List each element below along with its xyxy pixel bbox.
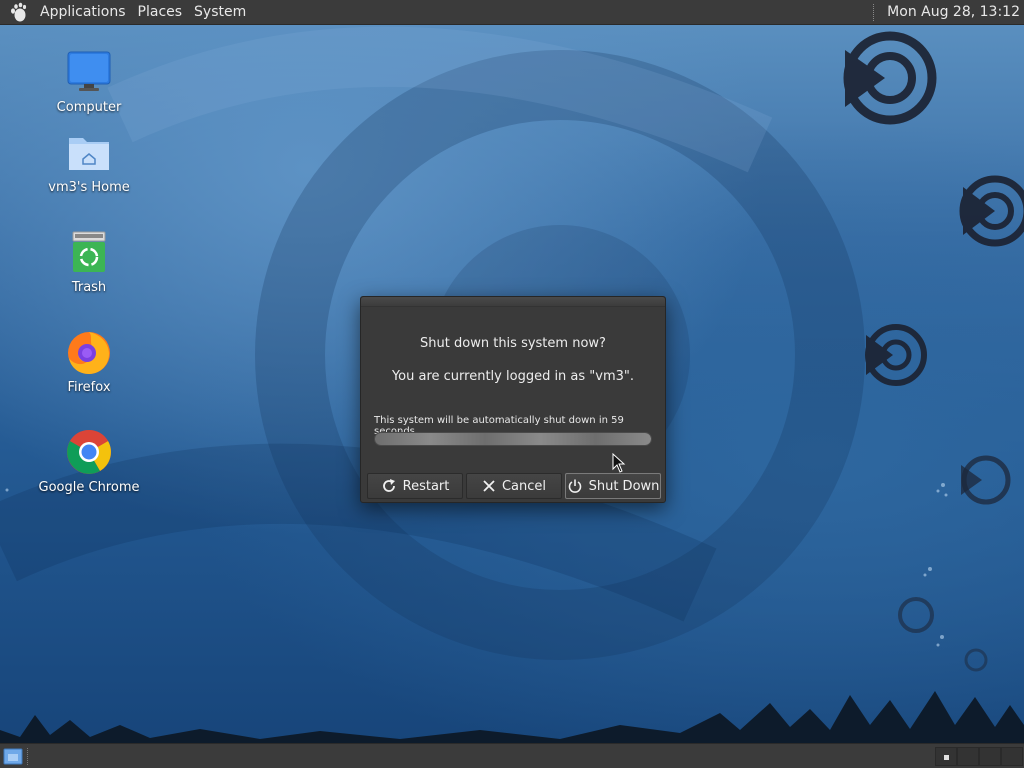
workspace-4[interactable]	[1001, 747, 1023, 766]
desktop-icon-trash[interactable]: Trash	[19, 228, 159, 296]
menu-applications[interactable]: Applications	[34, 0, 132, 25]
countdown-progress-bar	[374, 432, 652, 446]
trash-icon	[72, 231, 106, 272]
restart-label: Restart	[402, 478, 450, 494]
menu-system[interactable]: System	[188, 0, 252, 25]
shut-down-label: Shut Down	[588, 478, 660, 494]
top-panel: Applications Places System Mon Aug 28, 1…	[0, 0, 1024, 25]
dialog-heading: Shut down this system now?	[420, 336, 606, 351]
chrome-icon	[67, 430, 111, 474]
computer-label: Computer	[56, 100, 122, 115]
desktop-icon-home[interactable]: vm3's Home	[19, 128, 159, 196]
clock[interactable]: Mon Aug 28, 13:12	[881, 0, 1024, 25]
restart-button[interactable]: Restart	[367, 473, 463, 499]
desktop-icon-chrome[interactable]: Google Chrome	[19, 428, 159, 496]
bottom-panel-separator	[27, 748, 29, 765]
countdown-progress-fill	[375, 433, 651, 445]
dialog-titlebar[interactable]	[361, 297, 665, 307]
desktop-icon-firefox[interactable]: Firefox	[19, 328, 159, 396]
home-folder-icon	[69, 138, 109, 170]
menu-places[interactable]: Places	[132, 0, 189, 25]
firefox-label: Firefox	[67, 380, 111, 395]
restart-icon	[382, 479, 395, 492]
close-icon	[483, 480, 495, 492]
computer-icon	[67, 51, 111, 91]
workspace-switcher	[935, 747, 1023, 766]
desktop-icon-computer[interactable]: Computer	[19, 48, 159, 116]
menu-applications-label: Applications	[40, 3, 126, 20]
mouse-cursor-icon	[612, 453, 626, 473]
workspace-3[interactable]	[979, 747, 1001, 766]
trash-label: Trash	[71, 280, 107, 295]
chrome-label: Google Chrome	[38, 480, 140, 495]
shut-down-button[interactable]: Shut Down	[565, 473, 661, 499]
workspace-2[interactable]	[957, 747, 979, 766]
dialog-button-row: Restart Cancel Shut Down	[367, 473, 661, 499]
gnome-foot-icon[interactable]	[8, 2, 28, 22]
cancel-button[interactable]: Cancel	[466, 473, 562, 499]
firefox-icon	[68, 332, 110, 374]
panel-separator	[873, 3, 875, 21]
dialog-user-message: You are currently logged in as "vm3".	[391, 369, 635, 384]
show-desktop-icon[interactable]	[3, 748, 23, 765]
menu-system-label: System	[194, 3, 247, 20]
home-label: vm3's Home	[48, 180, 130, 195]
menu-places-label: Places	[137, 3, 183, 20]
bottom-panel	[0, 743, 1024, 768]
power-icon	[568, 479, 581, 493]
clock-label: Mon Aug 28, 13:12	[887, 3, 1020, 20]
cancel-label: Cancel	[501, 478, 547, 494]
workspace-1[interactable]	[935, 747, 957, 766]
